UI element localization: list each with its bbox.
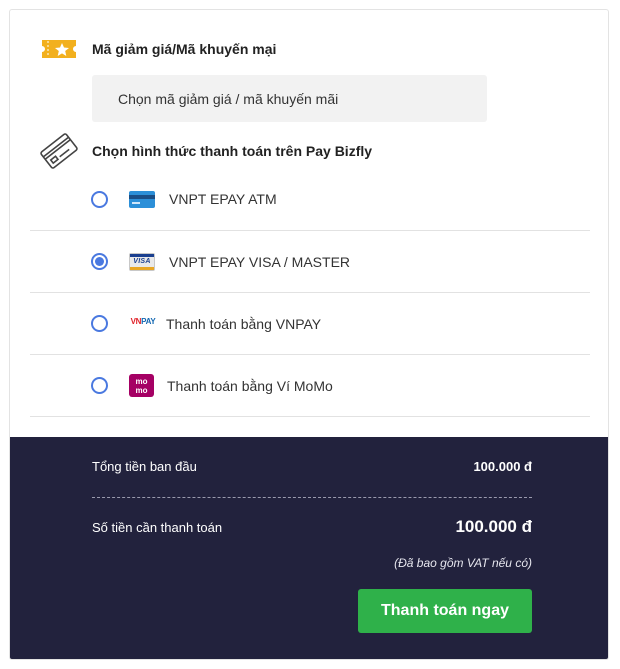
coupon-title: Mã giảm giá/Mã khuyến mại	[92, 41, 277, 57]
vnpay-logo-vn: VN	[130, 317, 142, 326]
coupon-header: Mã giảm giá/Mã khuyến mại	[40, 38, 276, 60]
atm-card-icon	[129, 190, 155, 208]
vnpay-logo-pay: PAY	[141, 317, 156, 326]
radio-momo[interactable]	[91, 377, 108, 394]
option-label: VNPT EPAY ATM	[169, 191, 277, 207]
payment-option-epay-atm[interactable]: VNPT EPAY ATM	[30, 168, 590, 231]
payment-options-list: VNPT EPAY ATM VISA VNPT EPAY VISA / MAST…	[30, 168, 590, 417]
ticket-star-icon	[42, 40, 76, 58]
payment-option-momo[interactable]: mo mo Thanh toán bằng Ví MoMo	[30, 355, 590, 417]
visa-card-icon: VISA	[129, 252, 155, 271]
vat-note: (Đã bao gồm VAT nếu có)	[394, 556, 532, 570]
pay-now-button[interactable]: Thanh toán ngay	[358, 589, 532, 633]
coupon-selector[interactable]: Chọn mã giảm giá / mã khuyến mãi	[92, 75, 487, 122]
radio-epay-atm[interactable]	[91, 190, 108, 208]
original-total-value: 100.000 đ	[473, 459, 532, 474]
option-label: Thanh toán bằng Ví MoMo	[167, 377, 333, 394]
payment-option-epay-visa-master[interactable]: VISA VNPT EPAY VISA / MASTER	[30, 231, 590, 293]
amount-due-value: 100.000 đ	[455, 517, 532, 536]
momo-logo-bottom: mo	[135, 385, 148, 395]
original-total-row: Tổng tiền ban đầu 100.000 đ	[92, 459, 532, 474]
visa-logo-text: VISA	[133, 257, 151, 265]
momo-logo-icon: mo mo	[129, 374, 154, 397]
payment-summary: Tổng tiền ban đầu 100.000 đ Số tiền cần …	[10, 437, 608, 659]
payment-method-title: Chọn hình thức thanh toán trên Pay Bizfl…	[92, 143, 373, 159]
amount-due-label: Số tiền cần thanh toán	[92, 519, 223, 535]
summary-divider	[92, 497, 532, 498]
radio-vnpay[interactable]	[91, 315, 108, 332]
checkout-card: Mã giảm giá/Mã khuyến mại Chọn mã giảm g…	[9, 9, 609, 660]
radio-epay-visa-master[interactable]	[91, 253, 108, 270]
momo-logo-top: mo	[135, 376, 148, 386]
vnpay-logo-icon: VN PAY	[129, 317, 157, 326]
payment-option-vnpay[interactable]: VN PAY Thanh toán bằng VNPAY	[30, 293, 590, 355]
payment-method-header: Chọn hình thức thanh toán trên Pay Bizfl…	[40, 131, 372, 171]
amount-due-row: Số tiền cần thanh toán 100.000 đ	[92, 517, 532, 537]
coupon-selector-text: Chọn mã giảm giá / mã khuyến mãi	[118, 90, 339, 107]
original-total-label: Tổng tiền ban đầu	[92, 459, 197, 474]
option-label: Thanh toán bằng VNPAY	[166, 315, 322, 332]
credit-card-icon	[40, 133, 78, 169]
option-label: VNPT EPAY VISA / MASTER	[169, 253, 351, 270]
